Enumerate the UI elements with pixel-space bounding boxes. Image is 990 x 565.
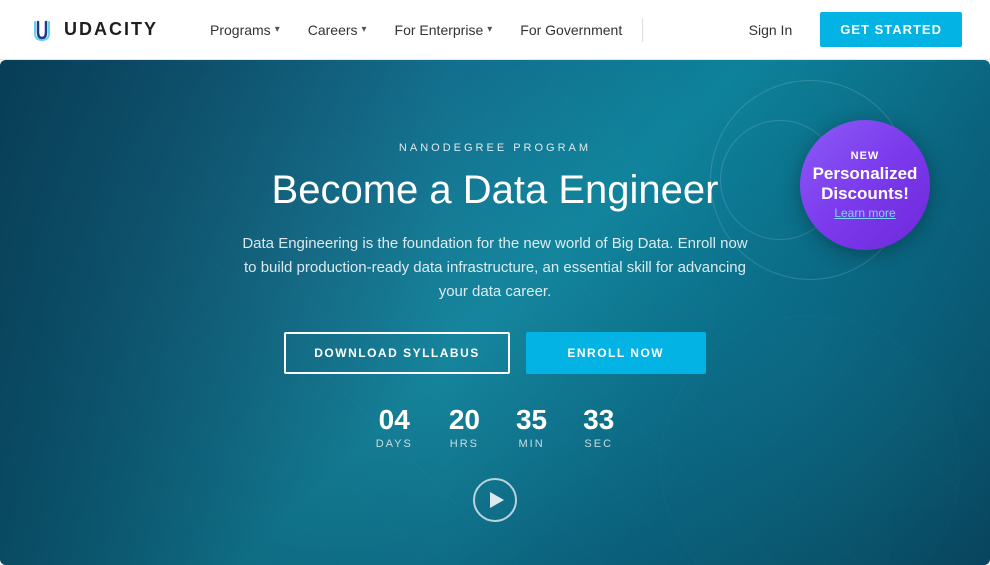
logo-text: UDACITY [64,19,158,40]
countdown-seconds-number: 33 [583,406,614,434]
countdown-minutes-label: MIN [516,438,547,450]
badge-title: Personalized Discounts! [810,164,920,205]
countdown-days: 04 DAYS [376,406,413,450]
discount-badge: NEW Personalized Discounts! Learn more [800,120,930,250]
hero-description: Data Engineering is the foundation for t… [235,232,755,304]
enroll-now-button[interactable]: ENROLL NOW [526,332,706,374]
countdown-hours: 20 HRS [449,406,480,450]
chevron-down-icon: ▾ [275,24,280,35]
nav-right: Sign In GET STARTED [737,12,962,47]
hero-section: NEW Personalized Discounts! Learn more N… [0,60,990,565]
udacity-logo-icon [28,16,56,44]
play-video-button[interactable] [473,478,517,522]
sign-in-button[interactable]: Sign In [737,14,805,46]
learn-more-link[interactable]: Learn more [834,206,895,220]
hero-content: NANODEGREE PROGRAM Become a Data Enginee… [195,142,795,522]
nanodegree-label: NANODEGREE PROGRAM [195,142,795,154]
countdown-seconds-label: SEC [583,438,614,450]
chevron-down-icon: ▾ [487,24,492,35]
countdown-days-label: DAYS [376,438,413,450]
countdown-minutes-number: 35 [516,406,547,434]
get-started-button[interactable]: GET STARTED [820,12,962,47]
countdown-hours-number: 20 [449,406,480,434]
nav-item-government[interactable]: For Government [508,14,634,46]
logo-link[interactable]: UDACITY [28,16,158,44]
nav-divider [642,18,643,42]
download-syllabus-button[interactable]: DOWNLOAD SYLLABUS [284,332,510,374]
badge-new-label: NEW [851,150,880,162]
navbar: UDACITY Programs ▾ Careers ▾ For Enterpr… [0,0,990,60]
countdown-seconds: 33 SEC [583,406,614,450]
countdown-days-number: 04 [376,406,413,434]
hero-title: Become a Data Engineer [195,166,795,214]
nav-links: Programs ▾ Careers ▾ For Enterprise ▾ Fo… [198,14,634,46]
nav-item-enterprise[interactable]: For Enterprise ▾ [383,14,505,46]
nav-item-careers[interactable]: Careers ▾ [296,14,379,46]
countdown-hours-label: HRS [449,438,480,450]
chevron-down-icon: ▾ [362,24,367,35]
countdown-timer: 04 DAYS 20 HRS 35 MIN 33 SEC [195,406,795,450]
hero-buttons: DOWNLOAD SYLLABUS ENROLL NOW [195,332,795,374]
countdown-minutes: 35 MIN [516,406,547,450]
nav-item-programs[interactable]: Programs ▾ [198,14,292,46]
